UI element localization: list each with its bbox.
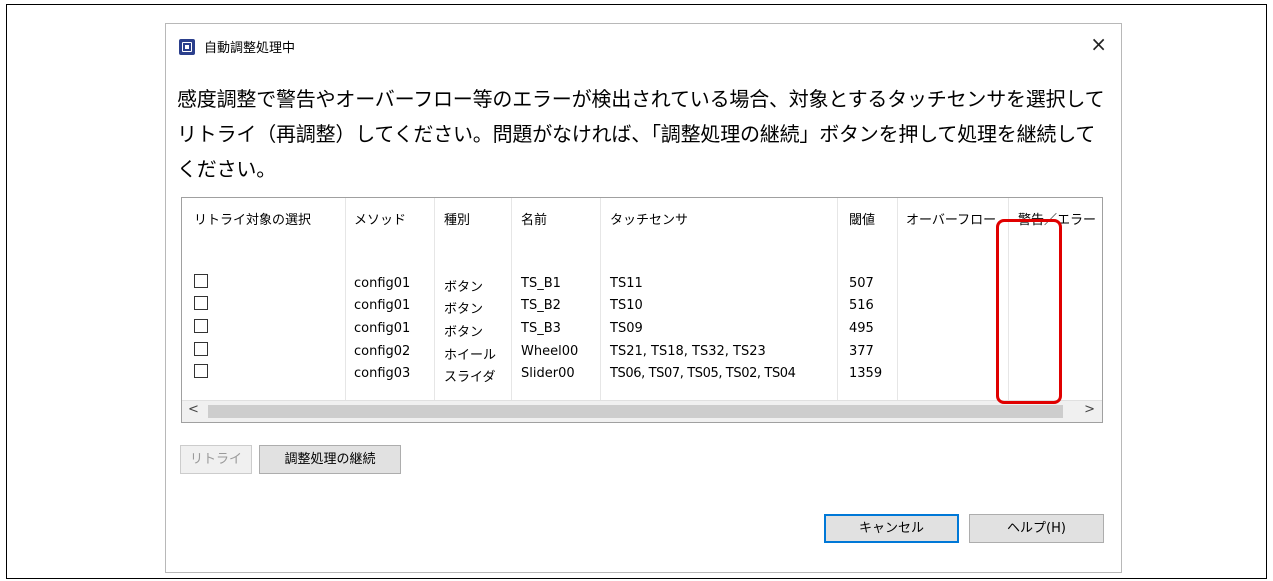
app-chip-icon xyxy=(179,39,195,55)
name-cell: TS_B3 xyxy=(521,321,561,336)
sensor-cell: TS11 xyxy=(610,276,643,291)
dialog-title: 自動調整処理中 xyxy=(204,41,296,56)
scroll-thumb[interactable] xyxy=(208,405,1063,418)
name-cell: TS_B1 xyxy=(521,276,561,291)
retry-button[interactable]: リトライ xyxy=(180,445,252,474)
name-cell: Slider00 xyxy=(521,366,575,381)
method-cell: config01 xyxy=(354,321,411,336)
threshold-cell: 377 xyxy=(849,344,874,359)
close-button[interactable]: × xyxy=(1090,34,1107,54)
method-cell: config01 xyxy=(354,276,411,291)
method-cell: config01 xyxy=(354,298,411,313)
column-header-threshold[interactable]: 閾値 xyxy=(849,209,875,228)
threshold-column-highlight xyxy=(996,219,1062,404)
retry-checkbox[interactable] xyxy=(194,274,208,288)
threshold-cell: 495 xyxy=(849,321,874,336)
type-cell: ボタン xyxy=(444,280,484,295)
auto-adjust-dialog: 自動調整処理中 × 感度調整で警告やオーバーフロー等のエラーが検出されている場合… xyxy=(165,23,1122,573)
type-cell: ボタン xyxy=(444,325,484,340)
column-header-type[interactable]: 種別 xyxy=(444,209,470,228)
type-cell: ホイール xyxy=(444,348,497,363)
sensor-table: リトライ対象の選択 メソッド 種別 名前 タッチセンサ 閾値 オーバーフロー 警… xyxy=(181,197,1103,423)
type-cell: ボタン xyxy=(444,302,484,317)
sensor-cell: TS06, TS07, TS05, TS02, TS04 xyxy=(610,366,796,381)
scroll-left-arrow-icon[interactable]: < xyxy=(188,402,199,417)
title-bar: 自動調整処理中 × xyxy=(166,24,1121,70)
threshold-cell: 516 xyxy=(849,298,874,313)
scroll-right-arrow-icon[interactable]: > xyxy=(1084,402,1095,417)
sensor-cell: TS21, TS18, TS32, TS23 xyxy=(610,344,766,359)
continue-adjustment-button[interactable]: 調整処理の継続 xyxy=(259,445,401,474)
sensor-cell: TS09 xyxy=(610,321,643,336)
threshold-cell: 507 xyxy=(849,276,874,291)
method-cell: config02 xyxy=(354,344,411,359)
method-cell: config03 xyxy=(354,366,411,381)
name-cell: Wheel00 xyxy=(521,344,579,359)
sensor-cell: TS10 xyxy=(610,298,643,313)
cancel-button[interactable]: キャンセル xyxy=(824,514,959,543)
instruction-text: 感度調整で警告やオーバーフロー等のエラーが検出されている場合、対象とするタッチセ… xyxy=(177,87,1105,181)
table-grid: リトライ対象の選択 メソッド 種別 名前 タッチセンサ 閾値 オーバーフロー 警… xyxy=(182,198,1102,401)
horizontal-scrollbar[interactable]: < > xyxy=(182,400,1102,422)
retry-checkbox[interactable] xyxy=(194,319,208,333)
retry-checkbox[interactable] xyxy=(194,296,208,310)
table-row[interactable]: config02 ホイール Wheel00 TS21, TS18, TS32, … xyxy=(182,341,1102,363)
type-cell: スライダ xyxy=(444,370,496,385)
retry-checkbox[interactable] xyxy=(194,342,208,356)
retry-checkbox[interactable] xyxy=(194,364,208,378)
column-header-retry-select[interactable]: リトライ対象の選択 xyxy=(194,209,311,228)
column-header-touch-sensor[interactable]: タッチセンサ xyxy=(610,209,688,228)
column-header-overflow[interactable]: オーバーフロー xyxy=(906,209,996,228)
threshold-cell: 1359 xyxy=(849,366,883,381)
table-row[interactable]: config01 ボタン TS_B2 TS10 516 xyxy=(182,295,1102,317)
table-row[interactable]: config03 スライダ Slider00 TS06, TS07, TS05,… xyxy=(182,363,1102,385)
name-cell: TS_B2 xyxy=(521,298,561,313)
column-header-method[interactable]: メソッド xyxy=(354,209,406,228)
table-row[interactable]: config01 ボタン TS_B1 TS11 507 xyxy=(182,273,1102,295)
table-row[interactable]: config01 ボタン TS_B3 TS09 495 xyxy=(182,318,1102,340)
column-header-name[interactable]: 名前 xyxy=(521,209,547,228)
help-button[interactable]: ヘルプ(H) xyxy=(969,514,1104,543)
